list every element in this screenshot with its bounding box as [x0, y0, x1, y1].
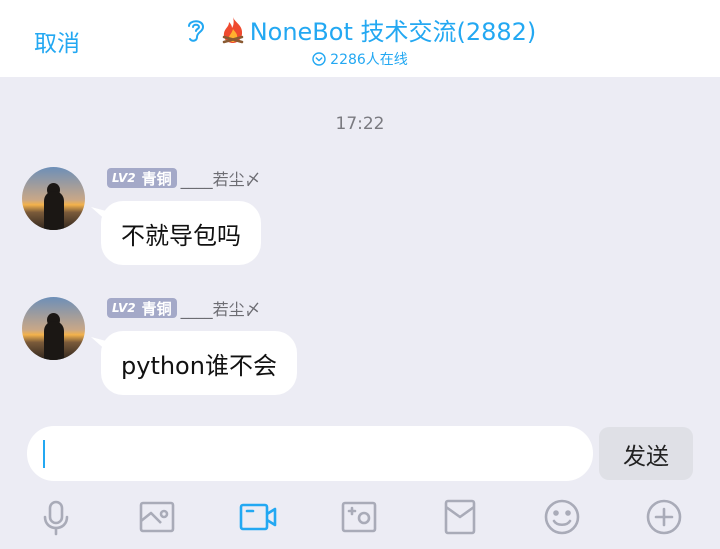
rank-label: 青铜 — [141, 169, 172, 188]
message-item: LV2 青铜 ____若尘〆 python谁不会 — [0, 297, 720, 407]
image-icon[interactable] — [135, 495, 179, 539]
message-input[interactable] — [27, 426, 593, 481]
microphone-icon[interactable] — [34, 495, 78, 539]
message-bubble[interactable]: python谁不会 — [101, 331, 297, 395]
chat-header: 取消 NoneBot 技术交流(2882) 2286人在线 — [0, 0, 720, 77]
video-icon[interactable] — [236, 495, 280, 539]
sender-info: LV2 青铜 ____若尘〆 — [107, 167, 261, 189]
level-badge: LV2 青铜 — [107, 168, 177, 188]
sender-info: LV2 青铜 ____若尘〆 — [107, 297, 261, 319]
group-name: NoneBot 技术交流(2882) — [249, 18, 537, 46]
red-packet-icon[interactable] — [438, 495, 482, 539]
sender-nickname[interactable]: ____若尘〆 — [181, 166, 261, 190]
rank-label: 青铜 — [141, 299, 172, 318]
avatar[interactable] — [22, 297, 85, 360]
message-item: LV2 青铜 ____若尘〆 不就导包吗 — [0, 167, 720, 277]
sender-nickname[interactable]: ____若尘〆 — [181, 296, 261, 320]
group-title[interactable]: NoneBot 技术交流(2882) — [0, 12, 720, 47]
level-label: LV2 — [112, 171, 136, 185]
chat-timestamp: 17:22 — [335, 114, 385, 134]
camera-icon[interactable] — [337, 495, 381, 539]
fire-icon — [218, 15, 248, 45]
level-badge: LV2 青铜 — [107, 298, 177, 318]
chevron-down-circle-icon — [312, 52, 326, 66]
online-status[interactable]: 2286人在线 — [0, 49, 720, 69]
text-caret — [43, 440, 45, 468]
send-button[interactable]: 发送 — [599, 427, 693, 480]
plus-icon[interactable] — [642, 495, 686, 539]
online-count: 2286人在线 — [330, 52, 408, 68]
message-bubble[interactable]: 不就导包吗 — [101, 201, 261, 265]
avatar[interactable] — [22, 167, 85, 230]
ear-icon[interactable] — [184, 16, 208, 44]
emoji-icon[interactable] — [540, 495, 584, 539]
level-label: LV2 — [112, 301, 136, 315]
input-toolbar — [0, 495, 720, 539]
